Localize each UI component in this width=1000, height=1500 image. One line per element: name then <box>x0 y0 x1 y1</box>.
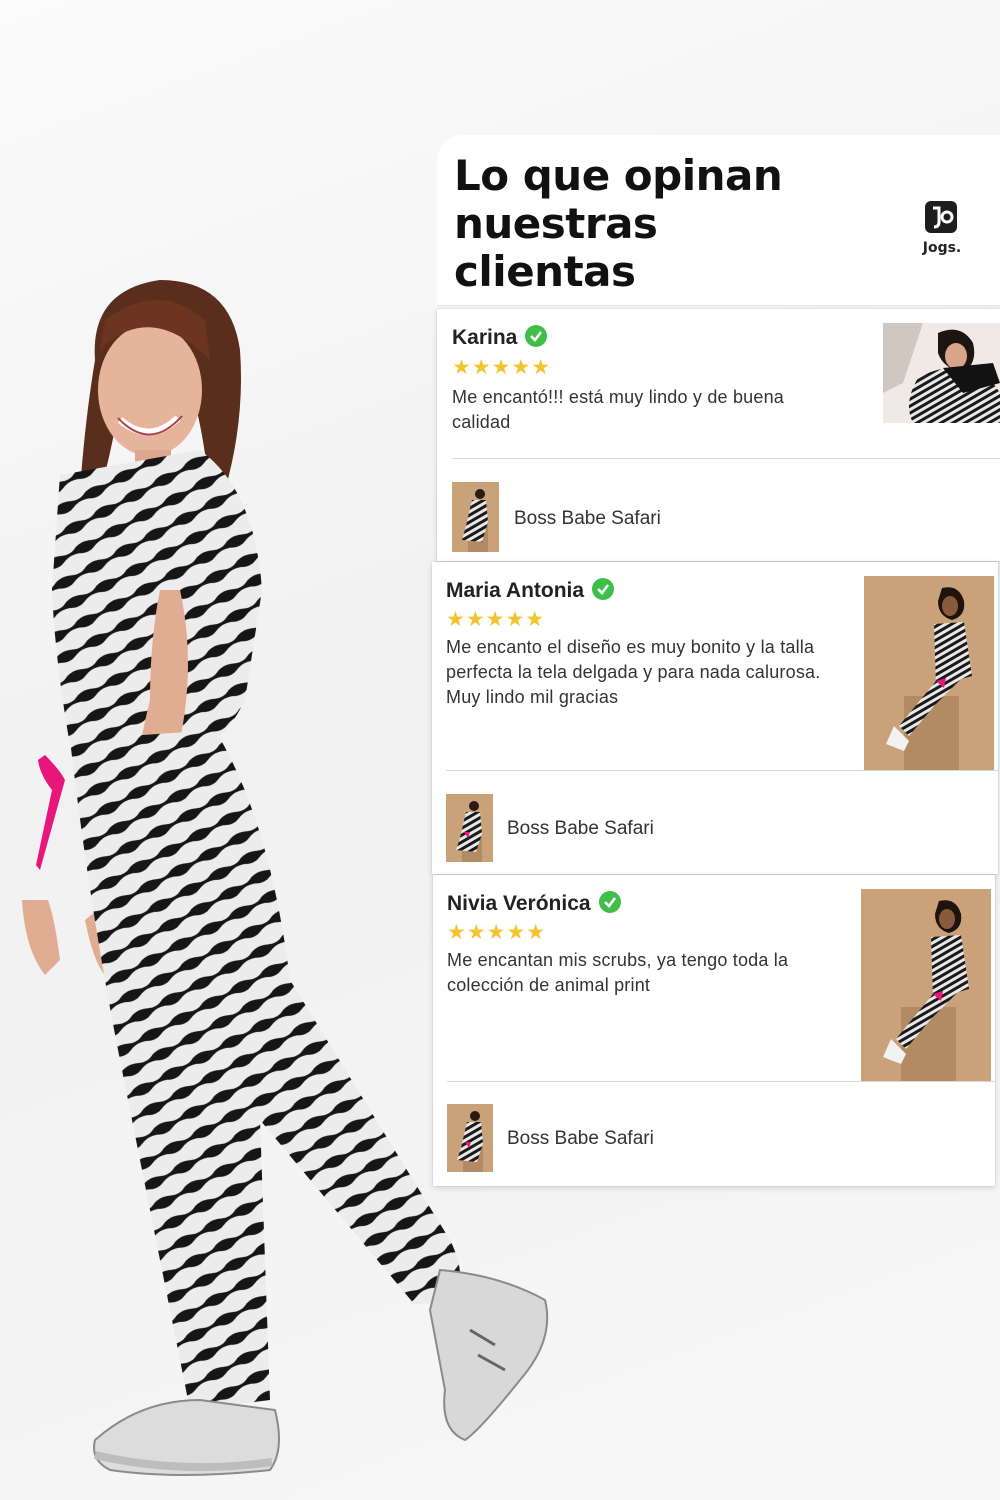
review-card: Maria Antonia ★★★★★ Me encanto el diseño… <box>432 562 998 874</box>
star-rating: ★★★★★ <box>452 356 552 379</box>
verified-check-icon <box>598 891 621 913</box>
review-text-line: perfecta la tela delgada y para nada cal… <box>446 662 821 682</box>
product-thumbnail-image <box>446 794 493 862</box>
review-text-line: Me encantó!!! está muy lindo y de buena <box>452 387 785 407</box>
face <box>98 324 202 456</box>
review-text-line: Me encantan mis scrubs, ya tengo toda la <box>447 950 789 970</box>
sneaker-right <box>428 1268 549 1442</box>
product-thumbnail-image <box>452 482 499 552</box>
review-card: Nivia Verónica ★★★★★ Me encantan mis scr… <box>433 875 995 1186</box>
divider <box>452 458 1000 459</box>
verified-check-icon <box>525 325 548 347</box>
brand-name: Jogs. <box>922 240 962 256</box>
review-photo[interactable] <box>864 576 994 770</box>
page-title-line: nuestras <box>454 199 658 248</box>
pink-ribbon <box>36 755 65 870</box>
divider <box>446 770 998 771</box>
review-photo[interactable] <box>861 889 991 1081</box>
reviewer-name: Maria Antonia <box>446 578 615 603</box>
review-photo-image <box>861 889 991 1081</box>
product-name[interactable]: Boss Babe Safari <box>507 818 654 840</box>
product-thumbnail[interactable] <box>452 482 499 552</box>
review-photo[interactable] <box>883 323 1000 423</box>
page-title: Lo que opinan nuestras clientas <box>454 152 874 296</box>
review-text-line: Me encanto el diseño es muy bonito y la … <box>446 637 815 657</box>
review-text-line: colección de animal print <box>447 975 651 995</box>
product-thumbnail[interactable] <box>447 1104 493 1172</box>
reviewer-name: Karina <box>452 325 548 350</box>
review-photo-image <box>883 323 1000 423</box>
review-card: Karina ★★★★★ Me encantó!!! está muy lind… <box>437 309 1000 561</box>
review-text-line: calidad <box>452 412 511 432</box>
review-text: Me encantó!!! está muy lindo y de buena … <box>452 385 872 435</box>
reviewer-name-text: Karina <box>452 326 518 349</box>
jumpsuit-pants <box>70 730 460 1410</box>
product-thumbnail[interactable] <box>446 794 493 862</box>
reviewer-name: Nivia Verónica <box>447 891 621 916</box>
product-name[interactable]: Boss Babe Safari <box>507 1128 654 1150</box>
verified-check-icon <box>592 578 615 600</box>
divider <box>447 1081 995 1082</box>
brand-logo: Jogs. <box>912 200 972 264</box>
brand-mark-icon <box>925 201 957 233</box>
review-photo-image <box>864 576 994 770</box>
reviewer-name-text: Maria Antonia <box>446 579 585 602</box>
star-rating: ★★★★★ <box>446 608 546 631</box>
star-rating: ★★★★★ <box>447 921 547 944</box>
reviewer-name-text: Nivia Verónica <box>447 892 591 915</box>
page-title-line: clientas <box>454 247 636 296</box>
product-name[interactable]: Boss Babe Safari <box>514 508 661 530</box>
review-text: Me encanto el diseño es muy bonito y la … <box>446 635 866 710</box>
review-text: Me encantan mis scrubs, ya tengo toda la… <box>447 948 857 998</box>
product-thumbnail-image <box>447 1104 493 1172</box>
page-title-line: Lo que opinan <box>454 151 783 200</box>
review-text-line: Muy lindo mil gracias <box>446 687 619 707</box>
